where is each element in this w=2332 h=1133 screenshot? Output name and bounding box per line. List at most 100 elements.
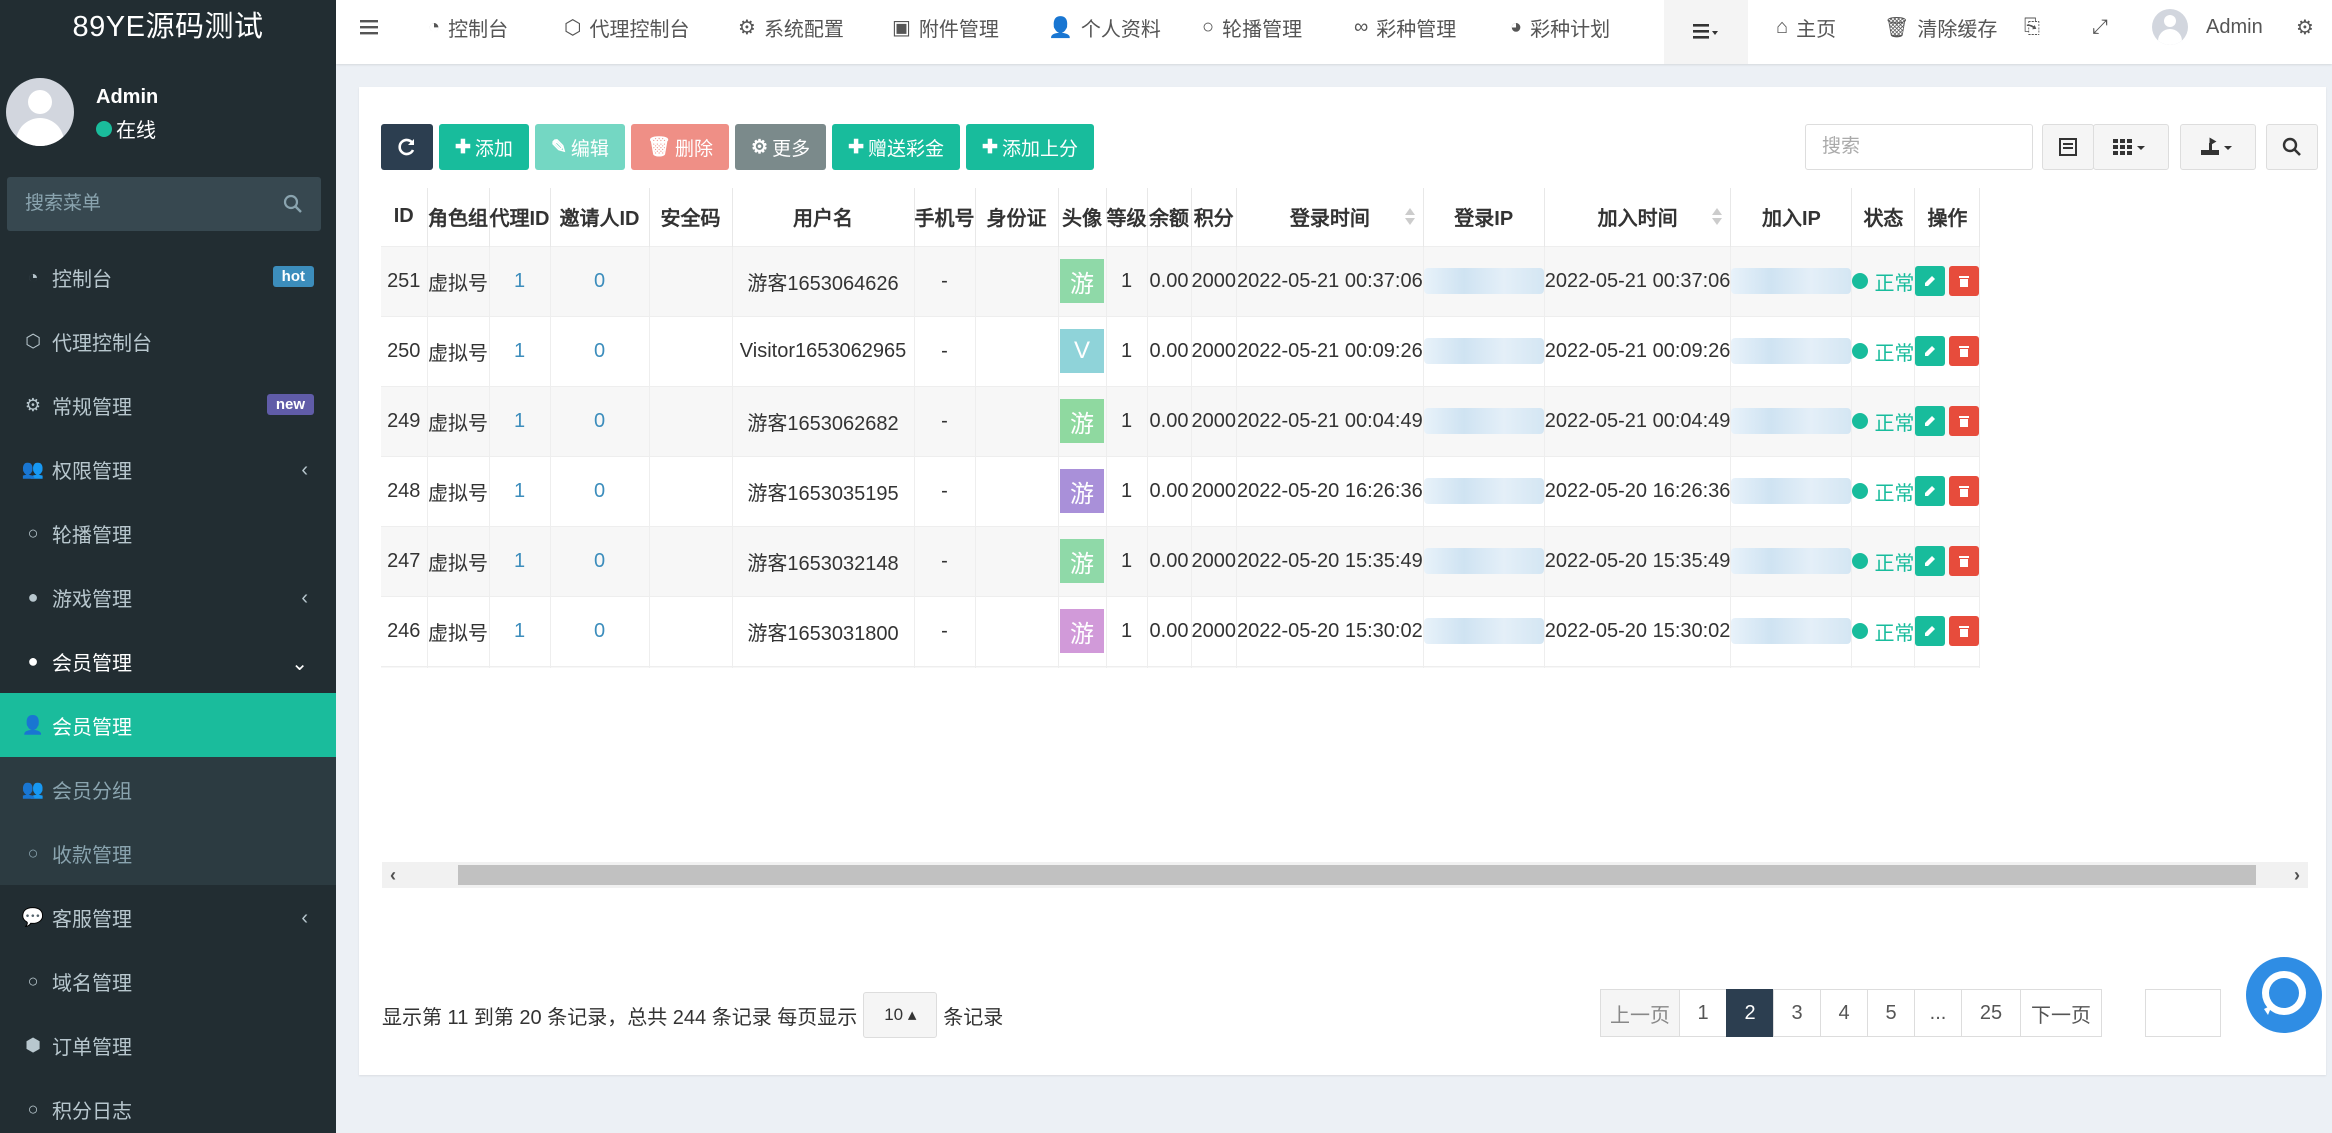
page-button[interactable]: 3 (1773, 989, 1821, 1037)
col-header-phone[interactable]: 手机号 (914, 188, 976, 246)
avatar[interactable]: 游 (1060, 609, 1104, 653)
cell-inviter-id[interactable]: 0 (550, 316, 650, 386)
row-delete-button[interactable] (1949, 266, 1979, 296)
language-button[interactable]: ⎘ (2024, 0, 2048, 54)
home-link[interactable]: ⌂ 主页 (1776, 0, 1836, 54)
row-delete-button[interactable] (1949, 616, 1979, 646)
col-header-agent-id[interactable]: 代理ID (489, 188, 551, 246)
cell-inviter-id[interactable]: 0 (550, 386, 650, 456)
col-header-id-card[interactable]: 身份证 (975, 188, 1059, 246)
row-edit-button[interactable] (1915, 616, 1946, 646)
next-page-button[interactable]: 下一页 (2020, 989, 2102, 1037)
table-row[interactable]: 250 虚拟号 1 0 Visitor1653062965- V 1 0.00 2000 2022… (381, 316, 1981, 386)
sidebar-item-member-groups[interactable]: 👥 会员分组 (0, 757, 336, 821)
cell-agent-id[interactable]: 1 (489, 316, 551, 386)
sidebar-item-members-group[interactable]: ● 会员管理 ⌄ (0, 629, 336, 693)
col-header-join-ip[interactable]: 加入IP (1730, 188, 1853, 246)
cell-agent-id[interactable]: 1 (489, 596, 551, 666)
row-delete-button[interactable] (1949, 476, 1979, 506)
sidebar-item-payments[interactable]: ○ 收款管理 (0, 821, 336, 885)
row-delete-button[interactable] (1949, 336, 1979, 366)
col-header-role[interactable]: 角色组 (427, 188, 490, 246)
chat-support-icon[interactable] (2244, 955, 2324, 1035)
scroll-left-icon[interactable]: ‹ (390, 865, 396, 886)
scrollbar-thumb[interactable] (458, 865, 2256, 885)
sidebar-item-agent-dashboard[interactable]: ⬡ 代理控制台 (0, 309, 336, 373)
settings-button[interactable]: ⚙ (2296, 0, 2322, 54)
sidebar-item-permissions[interactable]: 👥 权限管理 ‹ (0, 437, 336, 501)
cell-agent-id[interactable]: 1 (489, 386, 551, 456)
toggle-view-button[interactable] (2042, 124, 2094, 170)
cell-inviter-id[interactable]: 0 (550, 456, 650, 526)
col-header-points[interactable]: 积分 (1191, 188, 1237, 246)
col-header-login-ip[interactable]: 登录IP (1423, 188, 1545, 246)
row-delete-button[interactable] (1949, 546, 1979, 576)
user-menu[interactable]: Admin (2152, 0, 2263, 54)
table-row[interactable]: 247 虚拟号 1 0 游客1653032148- 游 1 0.00 2000 2022-05-2… (381, 526, 1981, 596)
edit-button[interactable]: ✎ 编辑 (534, 124, 625, 170)
sidebar-item-domains[interactable]: ○ 域名管理 (0, 949, 336, 1013)
row-edit-button[interactable] (1915, 266, 1946, 296)
sidebar-toggle-button[interactable] (360, 0, 378, 54)
sidebar-item-members[interactable]: 👤 会员管理 (0, 693, 336, 757)
delete-button[interactable]: 🗑 删除 (630, 124, 730, 170)
col-header-join-time[interactable]: 加入时间 (1544, 188, 1732, 246)
fullscreen-button[interactable]: ⤢ (2092, 0, 2116, 54)
sidebar-item-dashboard[interactable]: ◔ 控制台 hot (0, 245, 336, 309)
sidebar-item-orders[interactable]: ⬢ 订单管理 (0, 1013, 336, 1077)
col-header-username[interactable]: 用户名 (732, 188, 915, 246)
gift-bonus-button[interactable]: ✚ 赠送彩金 (832, 124, 961, 170)
page-button[interactable]: 4 (1820, 989, 1868, 1037)
cell-inviter-id[interactable]: 0 (550, 526, 650, 596)
tab-dashboard[interactable]: ◔ 控制台 (428, 0, 508, 54)
page-button-active[interactable]: 2 (1726, 989, 1774, 1037)
app-logo[interactable]: 89YE源码测试 (0, 0, 336, 54)
cell-agent-id[interactable]: 1 (489, 246, 551, 316)
export-button[interactable] (2180, 124, 2256, 170)
row-edit-button[interactable] (1915, 546, 1946, 576)
page-button[interactable]: 5 (1867, 989, 1915, 1037)
col-header-id[interactable]: ID (381, 188, 428, 246)
sidebar-item-general[interactable]: ⚙ 常规管理 new (0, 373, 336, 437)
col-header-inviter-id[interactable]: 邀请人ID (550, 188, 650, 246)
col-header-security-code[interactable]: 安全码 (649, 188, 733, 246)
tab-attachments[interactable]: ▣ 附件管理 (892, 0, 999, 54)
tab-profile[interactable]: 👤 个人资料 (1048, 0, 1161, 54)
add-button[interactable]: ✚ 添加 (439, 124, 529, 170)
tab-agent-dashboard[interactable]: ⬡ 代理控制台 (564, 0, 689, 54)
table-row[interactable]: 245虚拟号10游客1653021223-游10.0020002022-05-2… (381, 666, 1981, 668)
col-header-status[interactable]: 状态 (1851, 188, 1916, 246)
avatar[interactable]: 游 (1060, 399, 1104, 443)
add-points-button[interactable]: ✚ 添加上分 (966, 124, 1094, 170)
cell-inviter-id[interactable]: 0 (550, 666, 650, 668)
page-size-select[interactable]: 10 ▴ (863, 992, 938, 1038)
avatar[interactable]: 游 (1060, 539, 1104, 583)
goto-page-input[interactable] (2145, 989, 2221, 1037)
cell-agent-id[interactable]: 1 (489, 666, 551, 668)
table-row[interactable]: 251 虚拟号 1 0 游客1653064626- 游 1 0.00 2000 2022-05-2… (381, 246, 1981, 316)
tab-lottery-types[interactable]: ∞ 彩种管理 (1354, 0, 1456, 54)
page-button[interactable]: 25 (1961, 989, 2021, 1037)
tab-system-config[interactable]: ⚙ 系统配置 (738, 0, 844, 54)
sidebar-item-carousel[interactable]: ○ 轮播管理 (0, 501, 336, 565)
clear-cache-button[interactable]: 🗑 清除缓存 (1884, 0, 1997, 54)
col-header-level[interactable]: 等级 (1106, 188, 1148, 246)
avatar[interactable]: 游 (1060, 469, 1104, 513)
avatar[interactable]: V (1060, 329, 1104, 373)
avatar[interactable]: 游 (1060, 259, 1104, 303)
horizontal-scrollbar[interactable]: ‹ › (382, 862, 2308, 888)
tab-dropdown-button[interactable] (1664, 0, 1748, 64)
tab-lottery-plans[interactable]: ◕ 彩种计划 (1510, 0, 1610, 54)
scroll-right-icon[interactable]: › (2294, 865, 2300, 886)
col-header-login-time[interactable]: 登录时间 (1236, 188, 1424, 246)
sidebar-item-support[interactable]: 💬 客服管理 ‹ (0, 885, 336, 949)
columns-button[interactable] (2093, 124, 2169, 170)
cell-inviter-id[interactable]: 0 (550, 596, 650, 666)
cell-agent-id[interactable]: 1 (489, 456, 551, 526)
row-delete-button[interactable] (1949, 406, 1979, 436)
advanced-search-button[interactable] (2266, 124, 2318, 170)
cell-inviter-id[interactable]: 0 (550, 246, 650, 316)
search-icon[interactable] (283, 194, 303, 214)
table-row[interactable]: 248 虚拟号 1 0 游客1653035195- 游 1 0.00 2000 2022-05-2… (381, 456, 1981, 526)
sidebar-search-input[interactable] (7, 177, 277, 231)
